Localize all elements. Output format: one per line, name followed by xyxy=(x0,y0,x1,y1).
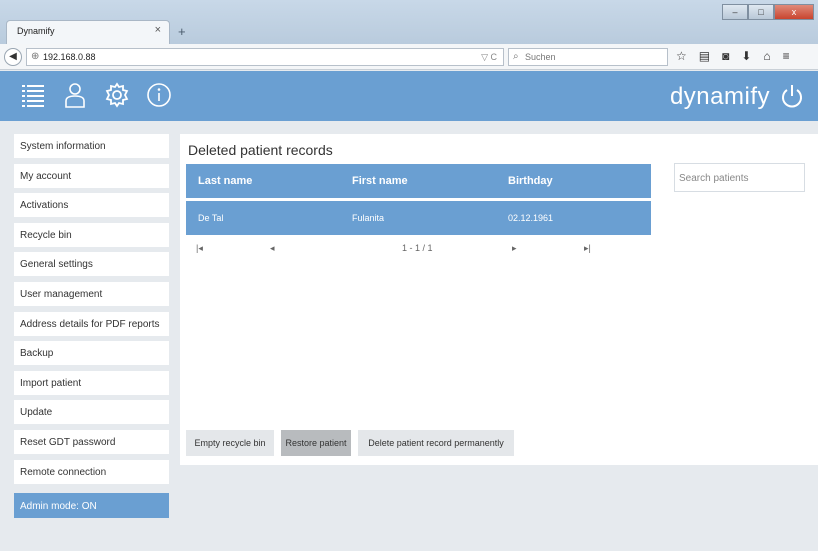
table-header: Last name First name Birthday xyxy=(186,164,651,198)
browser-toolbar: ☆ ▤ ◙ ⬇ ⌂ ≡ xyxy=(676,49,790,63)
empty-recycle-bin-button[interactable]: Empty recycle bin xyxy=(186,430,274,456)
user-icon[interactable] xyxy=(62,82,88,108)
back-arrow-icon[interactable]: ◀ xyxy=(4,48,22,66)
download-icon[interactable]: ⬇ xyxy=(741,49,751,63)
info-icon[interactable] xyxy=(146,82,172,108)
main-panel: Deleted patient records Last name First … xyxy=(180,134,818,465)
column-header-first-name[interactable]: First name xyxy=(352,175,408,187)
globe-icon: ⊕ xyxy=(31,51,40,62)
search-patients-input[interactable]: Search patients xyxy=(674,163,805,192)
next-page-icon[interactable]: ▸ xyxy=(512,243,517,254)
browser-search-input[interactable]: ⌕ Suchen xyxy=(508,48,668,66)
url-field[interactable]: ⊕ 192.168.0.88 ▽ C xyxy=(26,48,504,66)
column-header-last-name[interactable]: Last name xyxy=(198,175,252,187)
reading-list-icon[interactable]: ▤ xyxy=(699,49,710,63)
new-tab-button[interactable]: + xyxy=(178,24,186,39)
app-header: dynamify xyxy=(0,71,818,121)
admin-mode-badge[interactable]: Admin mode: ON xyxy=(14,493,169,518)
sidebar-item-address-details[interactable]: Address details for PDF reports xyxy=(14,311,169,336)
list-icon[interactable] xyxy=(20,82,46,108)
restore-patient-button[interactable]: Restore patient xyxy=(281,430,351,456)
pocket-icon[interactable]: ◙ xyxy=(722,49,729,63)
browser-titlebar: Dynamify × + ‒ □ x xyxy=(0,0,818,44)
brand-logo: dynamify xyxy=(669,83,770,110)
last-page-icon[interactable]: ▸| xyxy=(584,243,591,254)
header-icon-bar xyxy=(20,82,172,108)
bookmark-star-icon[interactable]: ☆ xyxy=(676,49,687,63)
cell-first-name: Fulanita xyxy=(352,213,385,223)
maximize-button[interactable]: □ xyxy=(748,4,774,20)
reload-icon[interactable]: ▽ C xyxy=(481,52,497,63)
sidebar-item-reset-gdt-password[interactable]: Reset GDT password xyxy=(14,429,169,454)
tab-close-icon[interactable]: × xyxy=(155,24,161,36)
table-row[interactable]: De Tal Fulanita 02.12.1961 xyxy=(186,201,651,235)
close-window-button[interactable]: x xyxy=(774,4,814,20)
sidebar-item-backup[interactable]: Backup xyxy=(14,341,169,366)
minimize-button[interactable]: ‒ xyxy=(722,4,748,20)
page-title: Deleted patient records xyxy=(188,142,333,158)
delete-permanently-button[interactable]: Delete patient record permanently xyxy=(358,430,514,456)
pagination: |◂ ◂ 1 - 1 / 1 ▸ ▸| xyxy=(186,240,651,256)
page-info: 1 - 1 / 1 xyxy=(402,243,433,253)
browser-navbar: ◀ ⊕ 192.168.0.88 ▽ C ⌕ Suchen ☆ ▤ ◙ ⬇ ⌂ … xyxy=(0,44,818,70)
sidebar-item-user-management[interactable]: User management xyxy=(14,281,169,306)
sidebar-item-recycle-bin[interactable]: Recycle bin xyxy=(14,222,169,247)
search-icon: ⌕ xyxy=(513,51,519,62)
sidebar-item-activations[interactable]: Activations xyxy=(14,193,169,218)
prev-page-icon[interactable]: ◂ xyxy=(270,243,275,254)
sidebar-item-update[interactable]: Update xyxy=(14,400,169,425)
browser-tab[interactable]: Dynamify × xyxy=(6,20,170,44)
tab-title: Dynamify xyxy=(17,26,55,36)
sidebar-item-system-information[interactable]: System information xyxy=(14,134,169,158)
menu-icon[interactable]: ≡ xyxy=(783,49,790,63)
power-icon[interactable] xyxy=(780,83,804,109)
cell-birthday: 02.12.1961 xyxy=(508,213,554,223)
window-controls: ‒ □ x xyxy=(722,4,814,20)
first-page-icon[interactable]: |◂ xyxy=(196,243,203,254)
sidebar-item-remote-connection[interactable]: Remote connection xyxy=(14,459,169,484)
sidebar: System information My account Activation… xyxy=(14,134,169,489)
column-header-birthday[interactable]: Birthday xyxy=(508,175,553,187)
browser-search-placeholder: Suchen xyxy=(525,52,556,62)
sidebar-item-general-settings[interactable]: General settings xyxy=(14,252,169,277)
sidebar-item-import-patient[interactable]: Import patient xyxy=(14,370,169,395)
cell-last-name: De Tal xyxy=(198,213,224,223)
home-icon[interactable]: ⌂ xyxy=(763,49,770,63)
gear-icon[interactable] xyxy=(104,82,130,108)
url-text: 192.168.0.88 xyxy=(43,52,96,62)
sidebar-item-my-account[interactable]: My account xyxy=(14,163,169,188)
